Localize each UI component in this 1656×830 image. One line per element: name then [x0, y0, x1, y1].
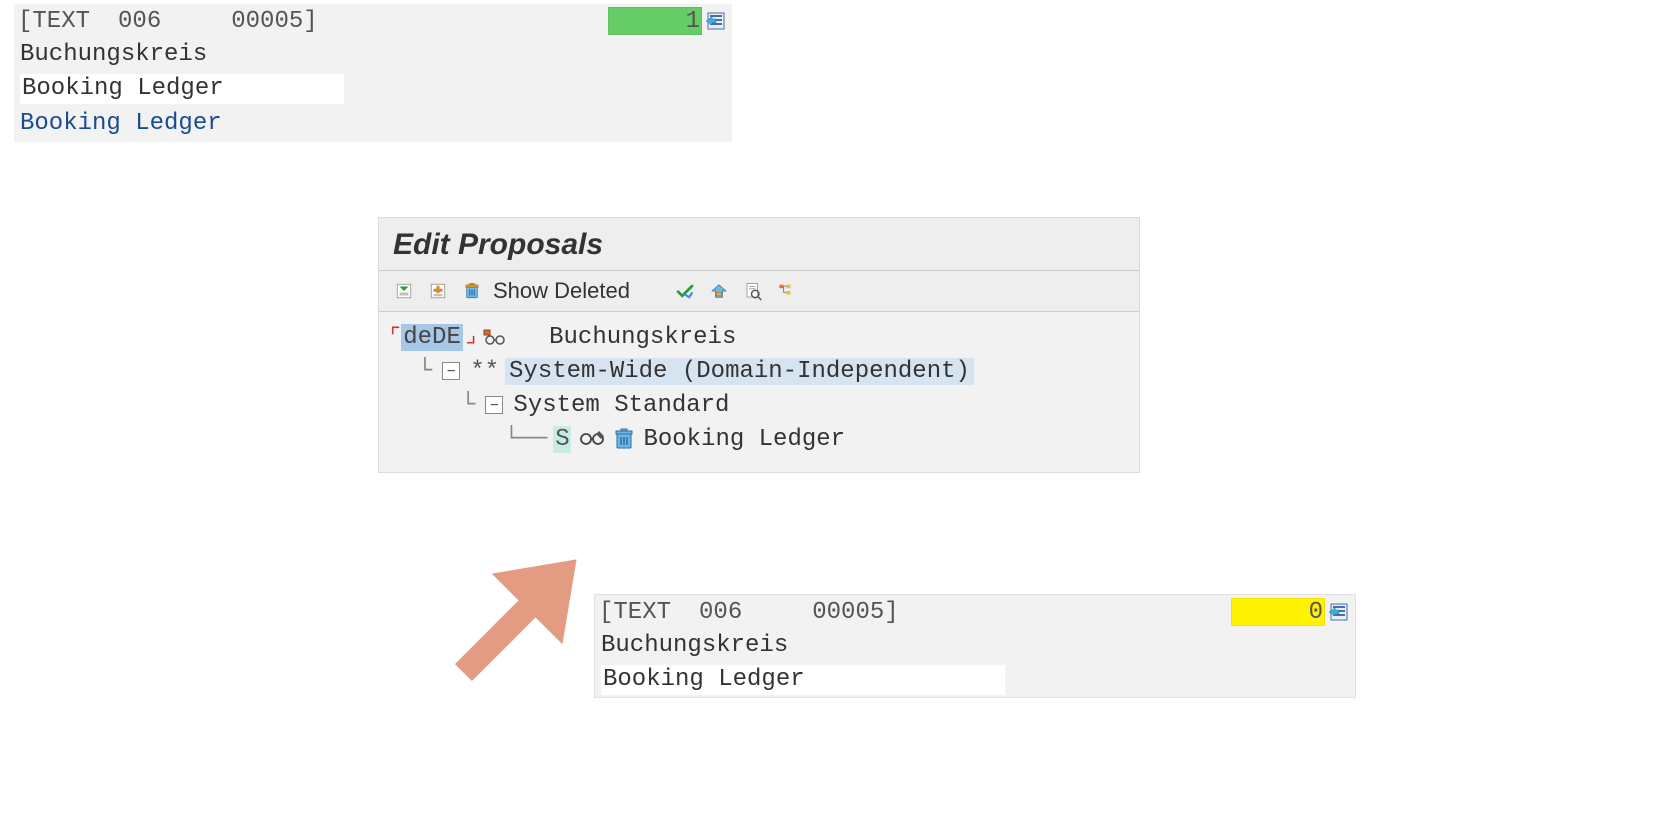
collapse-node-icon[interactable]: −: [485, 396, 503, 414]
status-badge: S: [553, 426, 571, 453]
text-prefix: [TEXT: [18, 8, 90, 35]
show-deleted-label[interactable]: Show Deleted: [491, 278, 636, 304]
glasses-icon[interactable]: [481, 324, 507, 350]
trash-icon: [463, 279, 481, 303]
edit-proposals-toolbar: Show Deleted: [379, 271, 1139, 312]
text-code: 00005]: [812, 599, 898, 626]
translation-edit-row: Booking Ledger: [595, 663, 1355, 697]
domain-label: System-Wide (Domain-Independent): [505, 358, 974, 385]
hierarchy-button[interactable]: [772, 277, 802, 305]
where-used-button[interactable]: [738, 277, 768, 305]
leaf-label: Booking Ledger: [643, 426, 845, 453]
edit-proposals-panel: Edit Proposals: [378, 217, 1140, 473]
expand-icon: [429, 279, 447, 303]
bracket-close-icon: ⌟: [464, 326, 475, 348]
roof-up-icon: [710, 279, 728, 303]
proposal-count-value: 1: [686, 8, 700, 35]
proposal-after-block: [TEXT 006 00005] 0 Buchungskreis Booking…: [594, 594, 1356, 698]
proposal-count-cell: 0: [1231, 598, 1325, 626]
tree-standard-row[interactable]: └ − System Standard: [389, 388, 1129, 422]
collapse-button[interactable]: [389, 277, 419, 305]
text-iso: 006: [699, 599, 742, 626]
collapse-icon: [395, 279, 413, 303]
glasses-edit-icon[interactable]: [579, 426, 605, 452]
bracket-open-icon: ⌜: [389, 326, 400, 348]
standard-label: System Standard: [513, 392, 729, 419]
tree-leaf-row[interactable]: └── S Booking: [389, 422, 1129, 456]
translation-edit-row: Booking Ledger: [14, 72, 732, 106]
domain-prefix: **: [470, 358, 499, 385]
text-code: 00005]: [231, 8, 317, 35]
collapse-node-icon[interactable]: −: [442, 362, 460, 380]
proposal-count-cell: 1: [608, 7, 702, 35]
annotation-arrow-icon: [420, 516, 620, 716]
proposal-before-block: [TEXT 006 00005] 1 Buchungskreis Booking…: [14, 4, 732, 142]
source-german-label: Buchungskreis: [14, 38, 732, 72]
tree-domain-row[interactable]: └ − ** System-Wide (Domain-Independent): [389, 354, 1129, 388]
navigate-icon[interactable]: [1327, 600, 1351, 624]
text-element-header: [TEXT 006 00005] 1: [14, 4, 732, 38]
root-label: Buchungskreis: [549, 324, 736, 351]
translation-input[interactable]: Booking Ledger: [20, 74, 344, 104]
distribute-button[interactable]: [704, 277, 734, 305]
text-prefix: [TEXT: [599, 599, 671, 626]
navigate-icon[interactable]: [704, 9, 728, 33]
text-iso: 006: [118, 8, 161, 35]
approve-button[interactable]: [670, 277, 700, 305]
translation-input[interactable]: Booking Ledger: [601, 665, 1005, 695]
language-code: deDE: [401, 324, 463, 351]
proposal-count-value: 0: [1309, 599, 1323, 626]
best-proposal-link[interactable]: Booking Ledger: [14, 106, 732, 142]
delete-proposal-icon[interactable]: [611, 426, 637, 452]
proposal-tree: ⌜ deDE ⌟ Buchungskreis └ − ** System-Wid…: [379, 312, 1139, 472]
text-element-header: [TEXT 006 00005] 0: [595, 595, 1355, 629]
hierarchy-icon: [778, 279, 796, 303]
show-deleted-icon-button[interactable]: [457, 277, 487, 305]
panel-title: Edit Proposals: [379, 218, 1139, 271]
language-tag: ⌜ deDE ⌟: [389, 325, 475, 349]
tree-root-row[interactable]: ⌜ deDE ⌟ Buchungskreis: [389, 320, 1129, 354]
expand-button[interactable]: [423, 277, 453, 305]
find-in-page-icon: [744, 279, 762, 303]
check-icon: [676, 279, 694, 303]
source-german-label: Buchungskreis: [595, 629, 1355, 663]
